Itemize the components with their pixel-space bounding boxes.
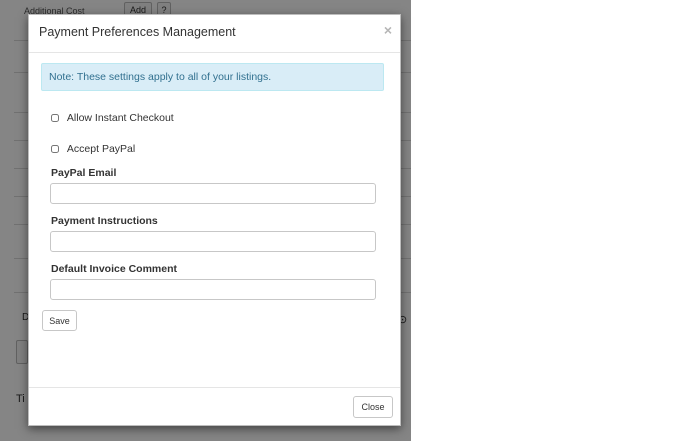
info-note: Note: These settings apply to all of you… [41, 63, 384, 91]
modal-footer-divider [29, 387, 400, 388]
close-icon[interactable]: × [384, 22, 392, 38]
checkbox-label: Allow Instant Checkout [66, 112, 174, 125]
default-invoice-comment-field[interactable] [50, 279, 376, 300]
modal-title: Payment Preferences Management [39, 25, 236, 39]
allow-instant-checkout-option[interactable]: Allow Instant Checkout [51, 112, 174, 124]
modal-header: Payment Preferences Management × [29, 15, 400, 53]
checkbox-label: Accept PayPal [66, 143, 136, 156]
paypal-email-field[interactable] [50, 183, 376, 204]
paypal-email-label: PayPal Email [51, 167, 117, 179]
accept-paypal-checkbox[interactable] [51, 145, 59, 154]
payment-instructions-field[interactable] [50, 231, 376, 252]
default-invoice-comment-label: Default Invoice Comment [51, 263, 178, 275]
accept-paypal-option[interactable]: Accept PayPal [51, 143, 135, 155]
payment-preferences-modal: Payment Preferences Management × Note: T… [28, 14, 401, 426]
close-button[interactable]: Close [353, 396, 393, 418]
allow-instant-checkout-checkbox[interactable] [51, 114, 59, 123]
save-button[interactable]: Save [42, 310, 77, 331]
payment-instructions-label: Payment Instructions [51, 215, 158, 227]
